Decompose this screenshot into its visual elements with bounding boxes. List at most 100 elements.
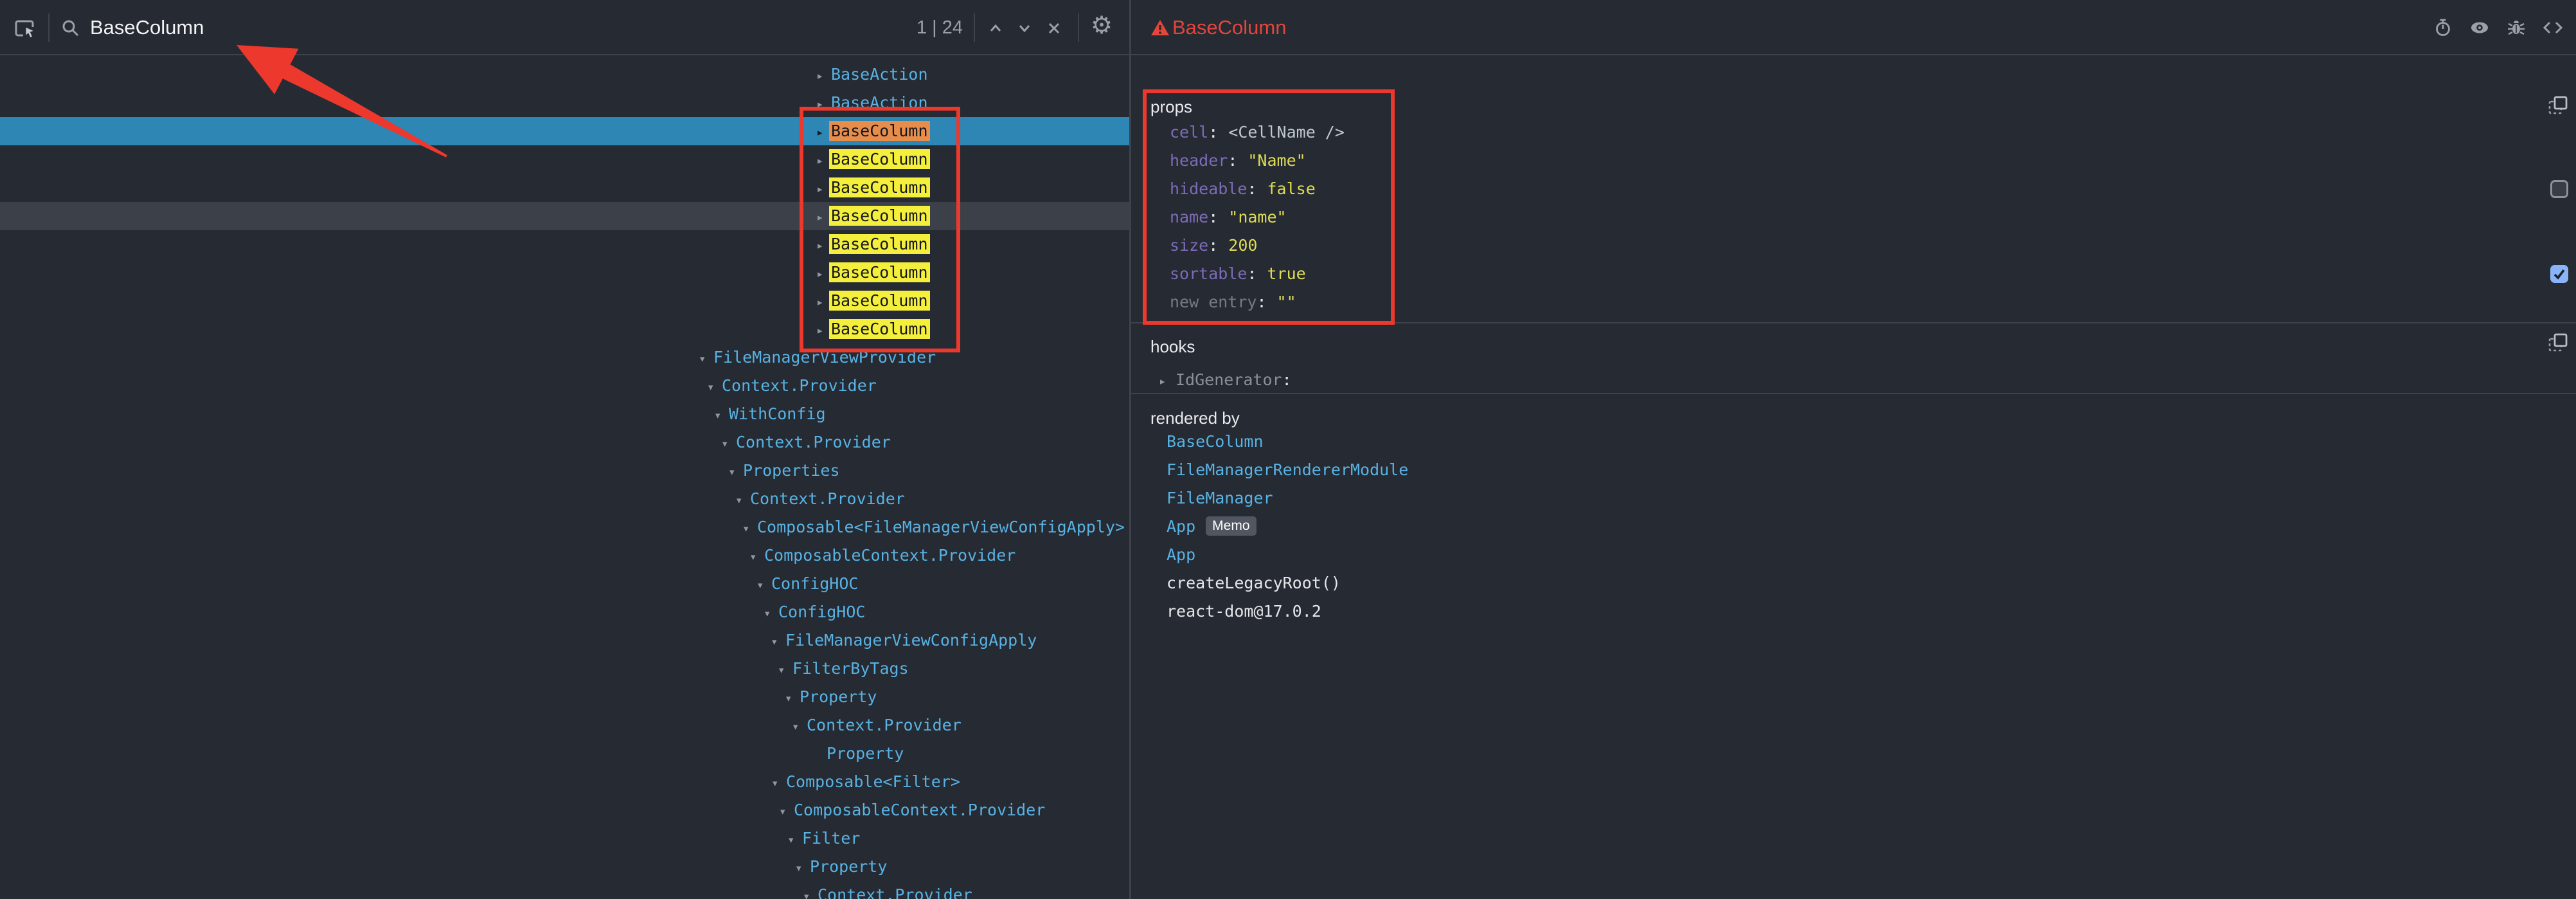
owner-link[interactable]: FileManagerRendererModule <box>1167 460 1408 479</box>
tree-row[interactable]: ▾Context.Provider <box>0 711 1129 740</box>
prop-key: cell <box>1170 123 1208 141</box>
code-brackets-icon[interactable] <box>2543 18 2563 41</box>
tree-row[interactable]: ▾FilterByTags <box>0 655 1129 683</box>
owner-link[interactable]: App <box>1167 517 1195 536</box>
tree-row[interactable]: ▸BaseColumn <box>0 145 1129 174</box>
component-name: Context.Provider <box>736 433 891 451</box>
tree-row[interactable]: ▾ComposableContext.Provider <box>0 796 1129 824</box>
expand-toggle-icon[interactable]: ▾ <box>792 713 807 741</box>
tree-row[interactable]: ▸BaseColumn <box>0 117 1129 145</box>
prop-value[interactable]: "" <box>1277 293 1296 311</box>
tree-row[interactable]: ▸BaseColumn <box>0 315 1129 343</box>
rendered-by-row: BaseColumn <box>1131 428 2576 456</box>
tree-row[interactable]: ▸BaseColumn <box>0 174 1129 202</box>
expand-toggle-icon[interactable]: ▾ <box>756 571 771 599</box>
tree-row[interactable]: ▾Context.Provider <box>0 485 1129 513</box>
panel-divider[interactable] <box>1129 0 1131 899</box>
eye-icon[interactable] <box>2469 18 2490 41</box>
tree-row[interactable]: ▸BaseAction <box>0 60 1129 89</box>
tree-toolbar: 1 | 24 ⚙ <box>0 0 1129 55</box>
settings-button[interactable]: ⚙ <box>1090 14 1113 37</box>
prop-checkbox-unchecked[interactable] <box>2550 180 2568 198</box>
tree-row[interactable]: ▾Composable<FileManagerViewConfigApply> <box>0 513 1129 541</box>
expand-toggle-icon[interactable]: ▾ <box>787 826 802 854</box>
expand-toggle-icon[interactable]: ▾ <box>764 599 778 628</box>
tree-row[interactable]: ▾Context.Provider <box>0 428 1129 457</box>
tree-row[interactable]: ▾ComposableContext.Provider <box>0 541 1129 570</box>
tree-row[interactable]: ▸BaseColumn <box>0 230 1129 259</box>
component-name: ComposableContext.Provider <box>794 801 1045 819</box>
tree-row[interactable]: ▾Context.Provider <box>0 881 1129 899</box>
prop-value[interactable]: "Name" <box>1248 151 1305 170</box>
tree-row[interactable]: ▾Property <box>0 853 1129 881</box>
tree-row[interactable]: ▾WithConfig <box>0 400 1129 428</box>
expand-toggle-icon[interactable]: ▾ <box>707 373 722 401</box>
owner-link[interactable]: BaseColumn <box>1167 432 1264 451</box>
timer-icon[interactable] <box>2433 18 2453 41</box>
component-name: Context.Provider <box>818 885 972 899</box>
expand-toggle-icon[interactable]: ▸ <box>816 90 831 118</box>
expand-toggle-icon[interactable]: ▾ <box>785 684 800 713</box>
inspect-element-button[interactable] <box>13 17 36 40</box>
bug-icon[interactable] <box>2507 18 2526 41</box>
component-name: BaseAction <box>831 93 928 112</box>
prop-key: sortable <box>1170 264 1247 283</box>
prop-key: new entry <box>1170 293 1257 311</box>
tree-row[interactable]: ▾Composable<Filter> <box>0 768 1129 796</box>
prop-value[interactable]: true <box>1267 264 1305 283</box>
component-name: BaseColumn <box>829 177 930 197</box>
owner-link[interactable]: FileManager <box>1167 489 1273 507</box>
next-result-button[interactable] <box>1013 17 1036 40</box>
expand-toggle-icon[interactable]: ▾ <box>735 486 750 514</box>
expand-toggle-icon[interactable]: ▾ <box>699 345 713 373</box>
memo-badge: Memo <box>1206 516 1256 536</box>
expand-toggle-icon[interactable]: ▾ <box>721 430 736 458</box>
prop-entry: header:"Name" <box>1131 147 2576 175</box>
search-input[interactable] <box>90 10 829 45</box>
expand-toggle-icon[interactable]: ▾ <box>795 854 810 882</box>
owner-link[interactable]: App <box>1167 545 1195 564</box>
component-name: ConfigHOC <box>771 574 858 593</box>
props-section-title: props <box>1150 95 1192 118</box>
tree-row[interactable]: ▾Property <box>0 683 1129 711</box>
tree-row[interactable]: ▾Properties <box>0 457 1129 485</box>
expand-toggle-icon[interactable]: ▾ <box>742 514 757 543</box>
copy-hooks-icon[interactable] <box>2548 332 2568 353</box>
expand-toggle-icon[interactable]: ▸ <box>816 62 831 90</box>
tree-row[interactable]: Property <box>0 740 1129 768</box>
tree-row[interactable]: ▾ConfigHOC <box>0 570 1129 598</box>
copy-props-icon[interactable] <box>2548 95 2568 116</box>
expand-toggle-icon[interactable]: ▸ <box>1159 367 1176 395</box>
previous-result-button[interactable] <box>984 17 1007 40</box>
expand-toggle-icon[interactable]: ▾ <box>778 656 792 684</box>
chevron-up-icon <box>986 19 1005 38</box>
expand-toggle-icon[interactable]: ▾ <box>714 401 729 430</box>
component-name: BaseColumn <box>829 206 930 226</box>
component-name: ConfigHOC <box>778 603 865 621</box>
expand-toggle-icon[interactable]: ▾ <box>803 882 818 899</box>
prop-checkbox-checked[interactable] <box>2550 265 2568 283</box>
tree-row[interactable]: ▸BaseColumn <box>0 259 1129 287</box>
expand-toggle-icon[interactable]: ▾ <box>771 769 786 797</box>
prop-entry: cell:<CellName /> <box>1131 118 2576 147</box>
tree-row[interactable]: ▸BaseColumn <box>0 202 1129 230</box>
expand-toggle-icon[interactable]: ▾ <box>728 458 743 486</box>
tree-row[interactable]: ▾FileManagerViewConfigApply <box>0 626 1129 655</box>
tree-row[interactable]: ▸BaseAction <box>0 89 1129 117</box>
tree-row[interactable]: ▾FileManagerViewProvider <box>0 343 1129 372</box>
expand-toggle-icon[interactable]: ▾ <box>771 628 785 656</box>
tree-row[interactable]: ▾ConfigHOC <box>0 598 1129 626</box>
component-name: Composable<FileManagerViewConfigApply> <box>757 518 1125 536</box>
tree-row[interactable]: ▾Context.Provider <box>0 372 1129 400</box>
tree-row[interactable]: ▸BaseColumn <box>0 287 1129 315</box>
prop-value[interactable]: "name" <box>1228 208 1286 226</box>
tree-row[interactable]: ▾Filter <box>0 824 1129 853</box>
prop-value[interactable]: 200 <box>1228 236 1257 255</box>
clear-search-button[interactable] <box>1042 17 1066 40</box>
prop-value[interactable]: false <box>1267 179 1315 198</box>
expand-toggle-icon[interactable]: ▾ <box>749 543 764 571</box>
expand-toggle-icon[interactable]: ▾ <box>779 797 794 826</box>
component-name: Property <box>827 744 904 763</box>
prop-colon: : <box>1228 151 1248 170</box>
prop-key: size <box>1170 236 1208 255</box>
